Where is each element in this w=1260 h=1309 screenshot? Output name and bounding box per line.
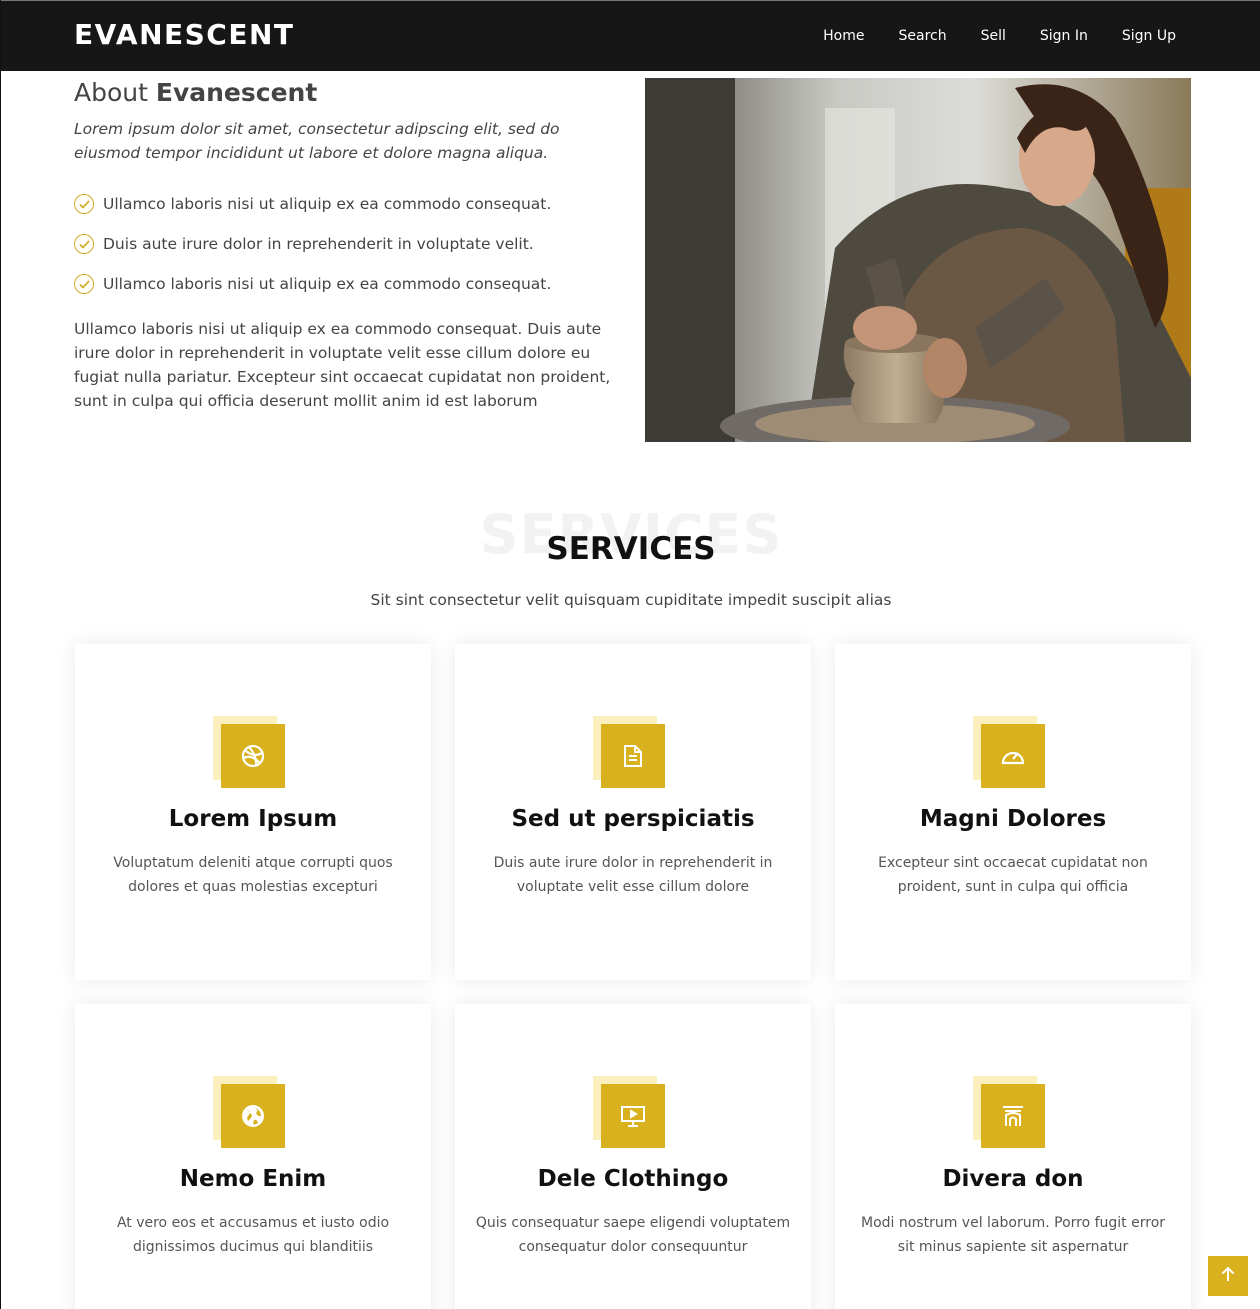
checklist-item: Ullamco laboris nisi ut aliquip ex ea co… — [74, 184, 551, 224]
about-checklist: Ullamco laboris nisi ut aliquip ex ea co… — [74, 184, 551, 304]
check-circle-icon — [74, 274, 94, 294]
file-text-icon — [601, 724, 665, 788]
about-title-brand: Evanescent — [155, 78, 318, 107]
about-paragraph: Ullamco laboris nisi ut aliquip ex ea co… — [74, 320, 611, 410]
service-title: Magni Dolores — [919, 806, 1107, 832]
checklist-item: Duis aute irure dolor in reprehenderit i… — [74, 224, 551, 264]
services-title: SERVICES — [546, 531, 716, 567]
about-title-prefix: About — [74, 78, 148, 107]
service-icon-box — [213, 716, 285, 788]
service-text: Quis consequatur saepe eligendi voluptat… — [475, 1215, 791, 1255]
globe-icon — [221, 1084, 285, 1148]
nav-sign-up[interactable]: Sign Up — [1122, 28, 1176, 44]
about-title: About Evanescent — [74, 78, 317, 107]
service-card[interactable]: Nemo Enim At vero eos et accusamus et iu… — [75, 1004, 431, 1309]
service-card[interactable]: Divera don Modi nostrum vel laborum. Por… — [835, 1004, 1191, 1309]
about-lead: Lorem ipsum dolor sit amet, consectetur … — [74, 120, 560, 162]
arch-icon — [981, 1084, 1045, 1148]
service-text: Excepteur sint occaecat cupidatat non pr… — [878, 855, 1148, 895]
service-text: Voluptatum deleniti atque corrupti quos … — [113, 855, 393, 895]
service-title: Nemo Enim — [179, 1166, 327, 1192]
about-photo — [645, 78, 1191, 442]
service-card[interactable]: Dele Clothingo Quis consequatur saepe el… — [455, 1004, 811, 1309]
site-logo[interactable]: EVANESCENT — [74, 18, 295, 51]
main-nav: Home Search Sell Sign In Sign Up — [789, 28, 1176, 44]
service-card[interactable]: Magni Dolores Excepteur sint occaecat cu… — [835, 644, 1191, 980]
service-card[interactable]: Sed ut perspiciatis Duis aute irure dolo… — [455, 644, 811, 980]
service-title: Dele Clothingo — [537, 1166, 729, 1192]
service-text: Modi nostrum vel laborum. Porro fugit er… — [860, 1215, 1166, 1255]
service-title: Lorem Ipsum — [168, 806, 338, 832]
service-title: Sed ut perspiciatis — [511, 806, 755, 832]
service-icon-box — [973, 1076, 1045, 1148]
site-header: EVANESCENT Home Search Sell Sign In Sign… — [1, 0, 1260, 71]
service-icon-box — [593, 716, 665, 788]
dribbble-icon — [221, 724, 285, 788]
nav-sell[interactable]: Sell — [981, 28, 1006, 44]
back-to-top-button[interactable] — [1208, 1256, 1248, 1296]
service-card[interactable]: Lorem Ipsum Voluptatum deleniti atque co… — [75, 644, 431, 980]
service-text: Duis aute irure dolor in reprehenderit i… — [493, 855, 773, 895]
check-circle-icon — [74, 194, 94, 214]
service-icon-box — [213, 1076, 285, 1148]
checklist-text: Ullamco laboris nisi ut aliquip ex ea co… — [103, 275, 552, 293]
nav-home[interactable]: Home — [823, 28, 864, 44]
check-circle-icon — [74, 234, 94, 254]
arrow-up-icon — [1221, 1266, 1235, 1287]
services-subtitle: Sit sint consectetur velit quisquam cupi… — [370, 591, 892, 609]
nav-search[interactable]: Search — [898, 28, 946, 44]
checklist-text: Ullamco laboris nisi ut aliquip ex ea co… — [103, 195, 552, 213]
service-text: At vero eos et accusamus et iusto odio d… — [116, 1215, 390, 1255]
service-icon-box — [973, 716, 1045, 788]
slideshow-icon — [601, 1084, 665, 1148]
checklist-text: Duis aute irure dolor in reprehenderit i… — [103, 235, 534, 253]
checklist-item: Ullamco laboris nisi ut aliquip ex ea co… — [74, 264, 551, 304]
service-icon-box — [593, 1076, 665, 1148]
service-title: Divera don — [942, 1166, 1084, 1192]
speedometer-icon — [981, 724, 1045, 788]
nav-sign-in[interactable]: Sign In — [1040, 28, 1088, 44]
